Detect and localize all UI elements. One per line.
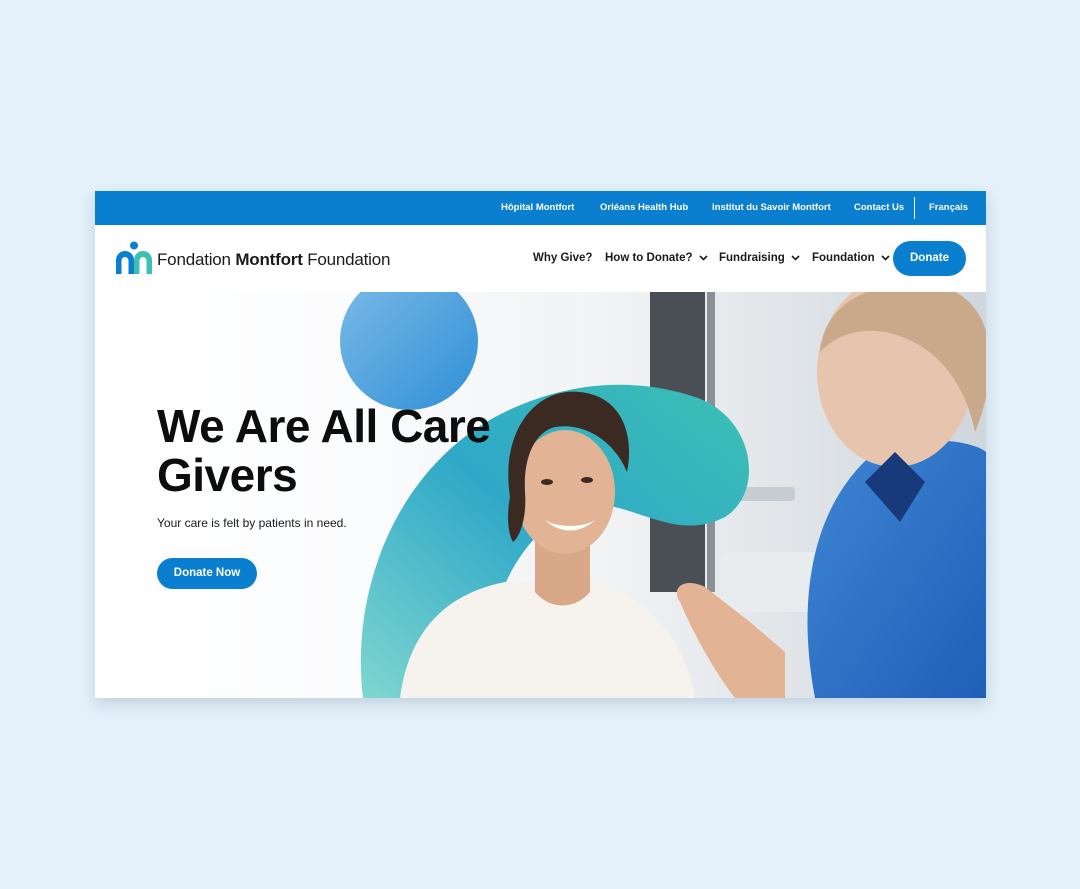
nav-item-fundraising-label: Fundraising — [719, 252, 785, 264]
hero-subtitle: Your care is felt by patients in need. — [157, 516, 347, 530]
utility-bar: Hôpital Montfort Orléans Health Hub Inst… — [95, 191, 986, 225]
logo-text: Fondation Montfort Foundation — [157, 250, 390, 270]
donate-now-button[interactable]: Donate Now — [157, 558, 257, 589]
nav-item-how-to-donate-label: How to Donate? — [605, 252, 693, 264]
nav-item-why-give[interactable]: Why Give? — [533, 225, 592, 292]
nav-item-foundation-label: Foundation — [812, 252, 875, 264]
chevron-down-icon — [791, 255, 800, 261]
logo-text-fondation: Fondation — [157, 250, 236, 269]
logo-text-montfort: Montfort — [235, 250, 303, 269]
utility-link-hopital-montfort[interactable]: Hôpital Montfort — [501, 191, 574, 225]
nav-item-fundraising[interactable]: Fundraising — [719, 225, 800, 292]
language-toggle[interactable]: Français — [929, 191, 968, 225]
hero-section: We Are All Care Givers Your care is felt… — [95, 292, 986, 698]
utility-link-orleans-health-hub[interactable]: Orléans Health Hub — [600, 191, 688, 225]
main-header: Fondation Montfort Foundation Why Give? … — [95, 225, 986, 292]
utility-link-institut-du-savoir[interactable]: Institut du Savoir Montfort — [712, 191, 831, 225]
chevron-down-icon — [881, 255, 890, 261]
chevron-down-icon — [698, 255, 708, 261]
donate-button[interactable]: Donate — [893, 241, 966, 276]
logo-mark-icon — [116, 241, 152, 274]
hero-title: We Are All Care Givers — [157, 400, 491, 501]
utility-divider — [914, 197, 915, 219]
utility-link-contact-us[interactable]: Contact Us — [854, 191, 904, 225]
logo-text-foundation: Foundation — [302, 250, 391, 269]
nav-item-how-to-donate[interactable]: How to Donate? — [605, 225, 708, 292]
nav-item-foundation[interactable]: Foundation — [812, 225, 890, 292]
logo[interactable]: Fondation Montfort Foundation — [115, 239, 405, 279]
website-frame: Hôpital Montfort Orléans Health Hub Inst… — [95, 191, 986, 698]
